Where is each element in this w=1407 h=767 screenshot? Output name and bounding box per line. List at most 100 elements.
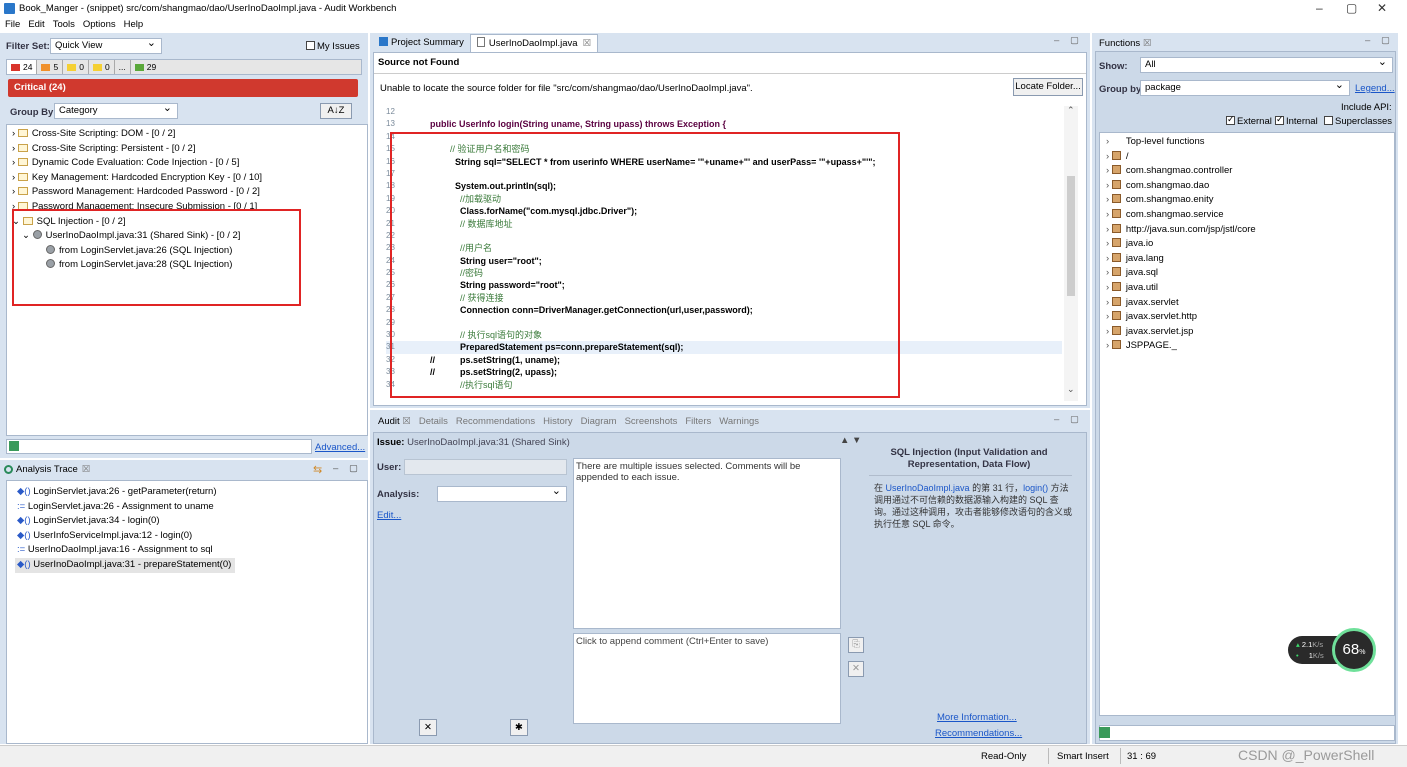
tab-project-summary[interactable]: Project Summary bbox=[373, 34, 470, 52]
maximize-icon[interactable]: ▢ bbox=[1070, 414, 1079, 425]
category-xss-persistent[interactable]: › Cross-Site Scripting: Persistent - [0 … bbox=[12, 142, 367, 157]
function-tree-package[interactable]: › java.sql bbox=[1106, 266, 1394, 281]
function-tree-package[interactable]: › javax.servlet bbox=[1106, 296, 1394, 311]
show-select[interactable]: All bbox=[1140, 55, 1393, 73]
user-field[interactable] bbox=[404, 459, 567, 475]
tab-functions[interactable]: Functions ☒ bbox=[1099, 38, 1151, 49]
severity-hidden[interactable]: 29 bbox=[131, 60, 160, 74]
issue-nav-icons[interactable]: ▲ ▼ bbox=[840, 435, 861, 446]
function-tree-package[interactable]: › http://java.sun.com/jsp/jstl/core bbox=[1106, 223, 1394, 238]
tab-source-file[interactable]: UserInoDaoImpl.java ☒ bbox=[469, 34, 599, 52]
save-comment-button[interactable]: ⎘ bbox=[848, 637, 864, 653]
function-tree-package[interactable]: › java.util bbox=[1106, 281, 1394, 296]
function-tree-package[interactable]: › javax.servlet.jsp bbox=[1106, 325, 1394, 340]
trace-options-icon[interactable]: ⇆ bbox=[313, 463, 322, 476]
bug-button[interactable]: ✱ bbox=[510, 719, 528, 736]
cpu-usage-gauge[interactable]: 68% bbox=[1332, 628, 1376, 672]
tab-recommendations[interactable]: Recommendations bbox=[456, 416, 535, 427]
trace-item[interactable]: ◆() LoginServlet.java:34 - login(0) bbox=[17, 514, 367, 529]
category-xss-dom[interactable]: › Cross-Site Scripting: DOM - [0 / 2] bbox=[12, 127, 367, 142]
function-tree-label: com.shangmao.dao bbox=[1125, 179, 1210, 191]
editor-scrollbar[interactable]: ⌃ ⌄ bbox=[1064, 105, 1078, 401]
comment-area[interactable]: There are multiple issues selected. Comm… bbox=[573, 458, 841, 629]
group-by-select[interactable]: package bbox=[1140, 78, 1350, 96]
maximize-icon[interactable]: ▢ bbox=[349, 463, 358, 474]
internal-checkbox[interactable]: Internal bbox=[1275, 114, 1318, 127]
code-line[interactable]: 12 bbox=[386, 106, 1062, 118]
function-tree-package[interactable]: › java.io bbox=[1106, 237, 1394, 252]
scroll-thumb[interactable] bbox=[1067, 176, 1075, 296]
category-code-injection[interactable]: › Dynamic Code Evaluation: Code Injectio… bbox=[12, 156, 367, 171]
sort-button[interactable]: A↓Z bbox=[320, 103, 352, 119]
function-search-input[interactable] bbox=[1099, 725, 1395, 741]
minimize-icon[interactable]: – bbox=[333, 463, 338, 474]
maximize-icon[interactable]: ▢ bbox=[1070, 35, 1079, 46]
status-mode: Read-Only bbox=[981, 751, 1027, 762]
critical-header[interactable]: Critical (24) bbox=[8, 79, 358, 97]
package-icon bbox=[1111, 311, 1121, 321]
superclasses-checkbox[interactable]: Superclasses bbox=[1324, 116, 1392, 127]
close-button[interactable]: ✕ bbox=[1377, 1, 1387, 15]
severity-critical[interactable]: 24 bbox=[7, 60, 38, 74]
minimize-icon[interactable]: – bbox=[1365, 35, 1370, 46]
minimize-icon[interactable]: – bbox=[1054, 414, 1059, 425]
function-tree-label: javax.servlet.jsp bbox=[1125, 325, 1194, 337]
tab-details[interactable]: Details bbox=[419, 416, 448, 427]
clear-comment-button[interactable]: ✕ bbox=[848, 661, 864, 677]
maximize-icon[interactable]: ▢ bbox=[1381, 35, 1390, 46]
tab-analysis-trace[interactable]: Analysis Trace ☒ bbox=[4, 464, 90, 475]
function-tree-package[interactable]: › com.shangmao.controller bbox=[1106, 164, 1394, 179]
legend-link[interactable]: Legend... bbox=[1355, 83, 1395, 94]
menu-file[interactable]: File bbox=[5, 19, 20, 30]
code-line[interactable]: 13 public UserInfo login(String uname, St… bbox=[386, 118, 1062, 130]
trace-item[interactable]: := UserInoDaoImpl.java:16 - Assignment t… bbox=[17, 543, 367, 558]
package-icon bbox=[1111, 340, 1121, 350]
function-tree-package[interactable]: › java.lang bbox=[1106, 252, 1394, 267]
edit-link[interactable]: Edit... bbox=[377, 510, 401, 521]
function-tree-top-level[interactable]: › Top-level functions bbox=[1106, 135, 1394, 150]
category-hardcoded-key[interactable]: › Key Management: Hardcoded Encryption K… bbox=[12, 171, 367, 186]
function-tree-package[interactable]: › JSPPAGE._ bbox=[1106, 339, 1394, 354]
menu-edit[interactable]: Edit bbox=[28, 19, 44, 30]
group-by-select[interactable]: Category bbox=[54, 101, 178, 119]
severity-medium[interactable]: 0 bbox=[63, 60, 89, 74]
category-hardcoded-password[interactable]: › Password Management: Hardcoded Passwor… bbox=[12, 185, 367, 200]
filter-set-select[interactable]: Quick View bbox=[50, 36, 162, 54]
advanced-link[interactable]: Advanced... bbox=[315, 442, 365, 453]
function-tree-package[interactable]: › com.shangmao.service bbox=[1106, 208, 1394, 223]
more-information-link[interactable]: More Information... bbox=[937, 712, 1017, 723]
severity-more[interactable]: ... bbox=[115, 60, 131, 74]
line-number: 13 bbox=[386, 119, 395, 129]
tab-filters[interactable]: Filters bbox=[685, 416, 711, 427]
my-issues-checkbox[interactable]: My Issues bbox=[306, 41, 360, 52]
trace-item-selected[interactable]: ◆() UserInoDaoImpl.java:31 - prepareStat… bbox=[15, 557, 236, 573]
tab-warnings[interactable]: Warnings bbox=[719, 416, 759, 427]
severity-low[interactable]: 0 bbox=[89, 60, 115, 74]
tab-screenshots[interactable]: Screenshots bbox=[625, 416, 678, 427]
minimize-icon[interactable]: – bbox=[1054, 35, 1059, 46]
trace-item[interactable]: ◆() UserInfoServiceImpl.java:12 - login(… bbox=[17, 529, 367, 544]
severity-high[interactable]: 5 bbox=[37, 60, 64, 74]
trace-item[interactable]: := LoginServlet.java:26 - Assignment to … bbox=[17, 500, 367, 515]
tab-audit[interactable]: Audit ☒ bbox=[378, 416, 411, 427]
minimize-button[interactable]: – bbox=[1316, 1, 1323, 15]
external-checkbox[interactable]: External bbox=[1226, 114, 1272, 127]
function-tree-package[interactable]: › com.shangmao.enity bbox=[1106, 193, 1394, 208]
function-tree-package[interactable]: › com.shangmao.dao bbox=[1106, 179, 1394, 194]
search-input[interactable] bbox=[6, 439, 312, 454]
recommendations-link[interactable]: Recommendations... bbox=[935, 728, 1022, 739]
analysis-select[interactable] bbox=[437, 484, 567, 502]
severity-bar: 24 5 0 0 ... 29 bbox=[6, 59, 362, 75]
suppress-button[interactable]: ✕ bbox=[419, 719, 437, 736]
trace-item[interactable]: ◆() LoginServlet.java:26 - getParameter(… bbox=[17, 485, 367, 500]
menu-help[interactable]: Help bbox=[124, 19, 144, 30]
maximize-button[interactable]: ▢ bbox=[1346, 1, 1357, 15]
menu-options[interactable]: Options bbox=[83, 19, 116, 30]
menu-tools[interactable]: Tools bbox=[53, 19, 75, 30]
tab-history[interactable]: History bbox=[543, 416, 573, 427]
append-comment-input[interactable]: Click to append comment (Ctrl+Enter to s… bbox=[573, 633, 841, 724]
function-tree-package[interactable]: › javax.servlet.http bbox=[1106, 310, 1394, 325]
function-tree-package[interactable]: › / bbox=[1106, 150, 1394, 165]
locate-folder-button[interactable]: Locate Folder... bbox=[1013, 78, 1083, 96]
tab-diagram[interactable]: Diagram bbox=[581, 416, 617, 427]
